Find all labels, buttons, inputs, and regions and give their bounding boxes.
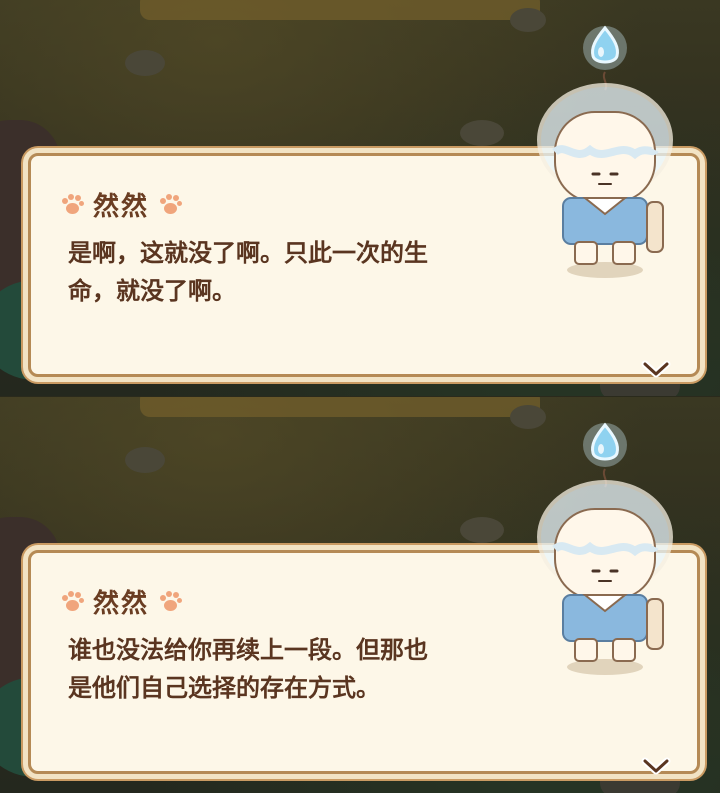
paw-print-icon: [157, 589, 183, 615]
ghost-character-portrait: [537, 422, 673, 675]
background-shelf: [140, 0, 540, 20]
ghost-character-portrait: [537, 25, 673, 278]
chevron-down-icon[interactable]: [641, 755, 671, 777]
dialogue-screen-2[interactable]: 然然 谁也没法给你再续上一段。但那也 是他们自己选择的存在方式。: [0, 397, 720, 793]
background-rock: [125, 447, 165, 473]
dialogue-screen-1[interactable]: 然然 是啊，这就没了啊。只此一次的生 命，就没了啊。: [0, 0, 720, 396]
speaker-label: 然然: [59, 583, 183, 620]
background-shelf: [140, 397, 540, 417]
background-rock: [460, 120, 504, 146]
chevron-down-icon[interactable]: [641, 358, 671, 380]
background-rock: [125, 50, 165, 76]
paw-print-icon: [59, 192, 85, 218]
paw-print-icon: [157, 192, 183, 218]
speaker-name: 然然: [93, 192, 150, 222]
dialogue-line: 谁也没法给你再续上一段。但那也: [68, 636, 428, 664]
speaker-name: 然然: [93, 589, 150, 619]
background-rock: [460, 517, 504, 543]
speaker-label: 然然: [59, 186, 183, 223]
dialogue-line: 是啊，这就没了啊。只此一次的生: [68, 239, 428, 267]
paw-print-icon: [59, 589, 85, 615]
dialogue-line: 是他们自己选择的存在方式。: [68, 674, 380, 702]
dialogue-line: 命，就没了啊。: [68, 277, 236, 305]
